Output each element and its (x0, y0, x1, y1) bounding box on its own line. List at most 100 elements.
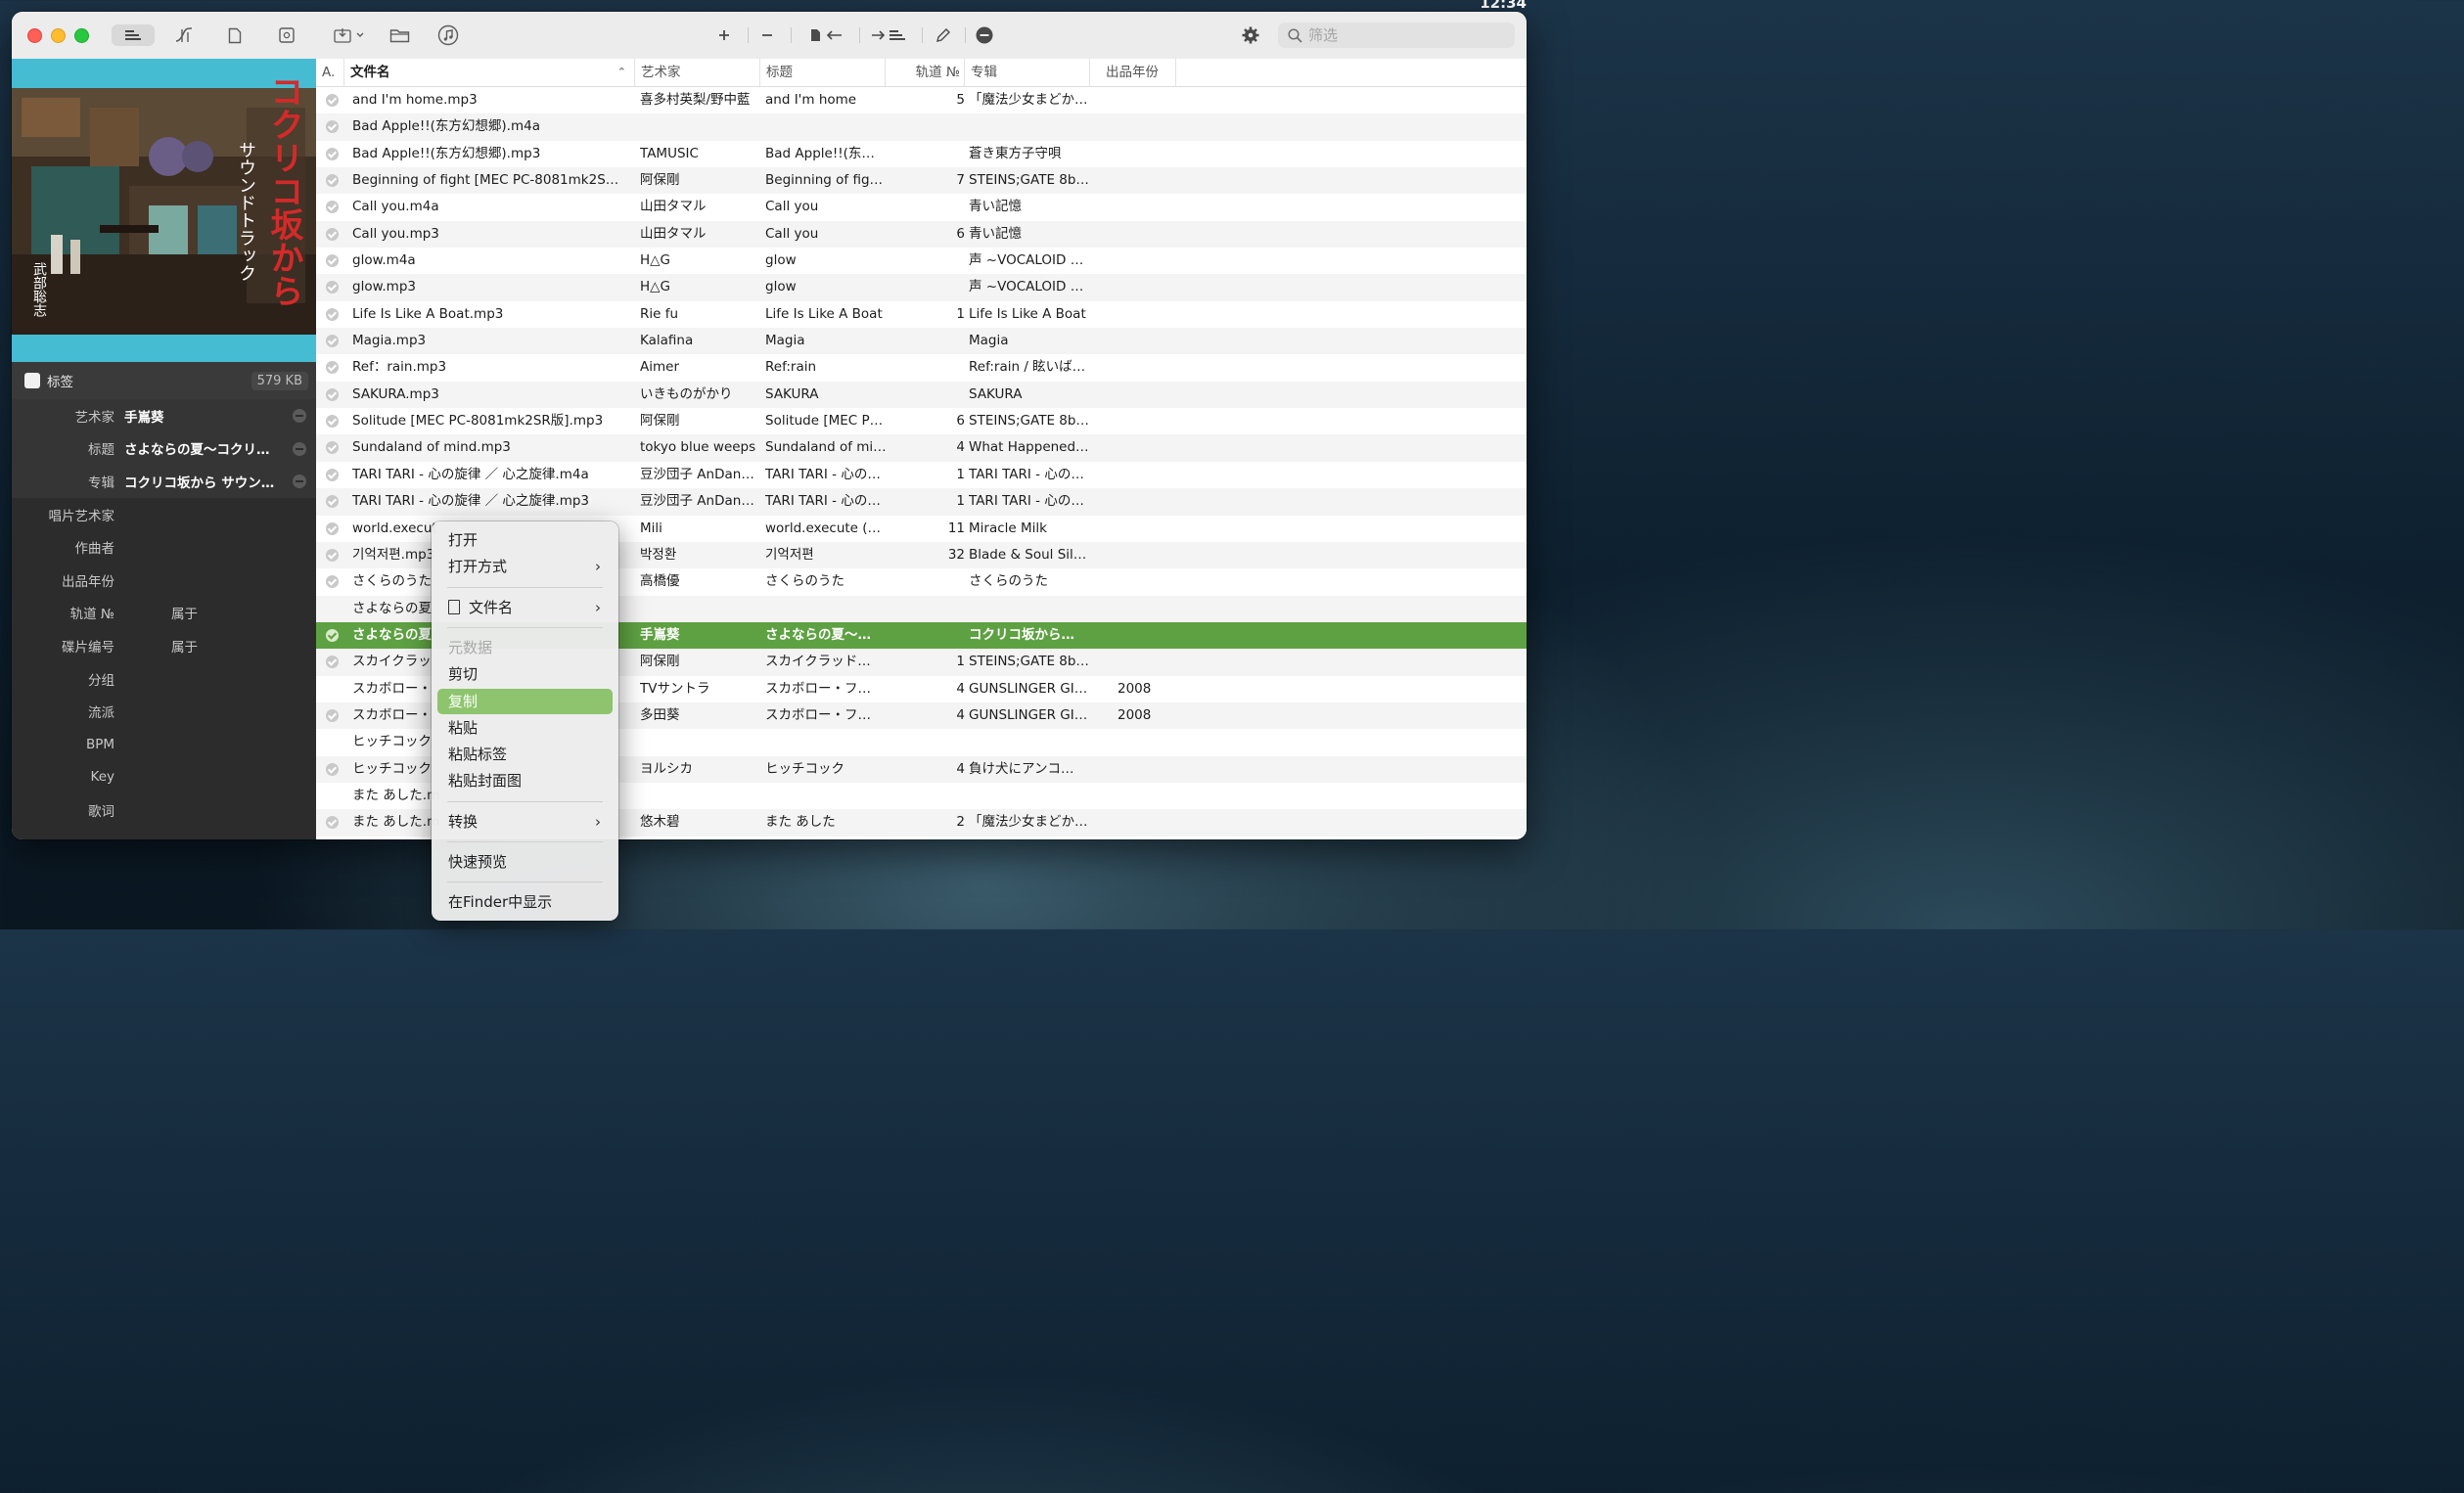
toolbar-separator (791, 27, 792, 43)
tag-section-label: 标签 (47, 375, 73, 390)
menu-item[interactable]: 剪切 (437, 661, 613, 687)
table-row[interactable]: SAKURA.mp3 いきものがかり SAKURA SAKURA (316, 381, 1527, 409)
cell-track: 5 (956, 92, 965, 108)
menu-item[interactable]: 粘贴标签 (437, 742, 613, 767)
menu-item[interactable]: 粘贴 (437, 715, 613, 741)
menu-item[interactable]: 打开 (437, 527, 613, 553)
column-header-year[interactable]: 出品年份 (1090, 59, 1176, 86)
zoom-window-button[interactable] (74, 28, 89, 43)
remove-field-icon[interactable] (293, 441, 306, 456)
table-row[interactable]: and I'm home.mp3 喜多村英梨/野中藍 and I'm home 5 「魔… (316, 87, 1527, 113)
checkmark-icon (326, 387, 339, 401)
cell-track (889, 113, 965, 140)
table-row[interactable]: Sundaland of mind.mp3 tokyo blue weeps Sun… (316, 434, 1527, 462)
tag-to-filename-icon[interactable] (869, 24, 908, 46)
tag-field-row[interactable]: 歌词 (12, 793, 316, 827)
tag-field-row[interactable]: 艺术家 手嶌葵 (12, 399, 316, 432)
filter-input[interactable] (1306, 25, 1506, 45)
table-row[interactable]: Ref：rain.mp3 Aimer Ref:rain Ref:rain / 眩いば… (316, 354, 1527, 381)
cell-title: さよならの夏〜… (765, 626, 871, 643)
artwork-icon[interactable] (277, 24, 297, 46)
cell-album: Ref:rain / 眩いば… (969, 359, 1086, 376)
table-row[interactable]: Solitude [MEC PC-8081mk2SR版].mp3 阿保剛 Solit… (316, 408, 1527, 434)
cell-title: さくらのうた (765, 573, 844, 590)
table-row[interactable]: Call you.m4a 山田タマル Call you 青い記憶 (316, 194, 1527, 220)
tag-field-row[interactable]: 碟片编号 属于 (12, 629, 316, 662)
stop-icon[interactable] (974, 24, 995, 46)
cell-title: スカボロー・フ… (765, 680, 871, 697)
submenu-item[interactable]: 文件名 › (437, 595, 613, 620)
row-status (326, 248, 342, 274)
tag-field-row[interactable]: 分组 (12, 662, 316, 696)
checkmark-icon (326, 495, 339, 509)
cell-album: What Happened… (969, 439, 1089, 456)
table-row[interactable]: Magia.mp3 Kalafina Magia Magia (316, 328, 1527, 355)
tag-field-value[interactable]: コクリコ坂から サウン… (124, 472, 281, 491)
filter-search-field[interactable] (1278, 23, 1515, 48)
tag-section-checkbox[interactable] (24, 373, 40, 388)
table-row[interactable]: glow.mp3 H△G glow 声 ~VOCALOID C… (316, 274, 1527, 301)
table-row[interactable]: Bad Apple!!(东方幻想郷).mp3 TAMUSIC Bad Apple!!… (316, 141, 1527, 167)
music-icon[interactable] (436, 24, 460, 46)
table-row[interactable]: Beginning of fight [MEC PC-8081mk2SR… 阿保剛… (316, 167, 1527, 195)
checkmark-icon (326, 441, 339, 455)
table-row[interactable]: Call you.mp3 山田タマル Call you 6 青い記憶 (316, 220, 1527, 249)
tag-sources-icon[interactable] (172, 24, 196, 46)
folder-icon[interactable] (388, 24, 411, 46)
remove-icon[interactable] (757, 24, 777, 46)
tag-field-row[interactable]: 轨道 № 属于 (12, 597, 316, 630)
column-header-track[interactable]: 轨道 № (886, 59, 965, 86)
edit-pencil-icon[interactable] (934, 24, 953, 46)
column-header-title[interactable]: 标题 (760, 59, 886, 86)
column-header-a[interactable]: A. (316, 59, 344, 86)
menu-item[interactable]: 粘贴封面图 (437, 768, 613, 793)
menu-item-label: 粘贴封面图 (448, 772, 523, 791)
table-row[interactable]: Life Is Like A Boat.mp3 Rie fu Life Is Lik… (316, 301, 1527, 328)
menu-item[interactable]: 在Finder中显示 (437, 889, 613, 915)
file-icon[interactable] (225, 24, 245, 46)
close-window-button[interactable] (27, 28, 42, 43)
add-icon[interactable] (714, 24, 734, 46)
checkmark-icon (326, 361, 339, 375)
tag-field-row[interactable]: 出品年份 (12, 564, 316, 597)
tag-field-row[interactable]: 作曲者 (12, 530, 316, 564)
cell-track: 2 (956, 814, 965, 831)
cell-title (765, 729, 887, 755)
export-menu-icon[interactable] (330, 24, 369, 46)
table-row[interactable]: Bad Apple!!(东方幻想郷).m4a (316, 113, 1527, 141)
album-artwork[interactable]: コクリコ坂から サウンドトラック 武部聡志 (12, 59, 316, 362)
filename-to-tag-icon[interactable] (806, 24, 845, 46)
tag-field-row[interactable]: 唱片艺术家 (12, 498, 316, 531)
tag-field-row[interactable]: 流派 (12, 695, 316, 728)
cell-title: TARI TARI - 心の… (765, 466, 881, 482)
minimize-window-button[interactable] (51, 28, 66, 43)
table-row[interactable]: glow.m4a H△G glow 声 ~VOCALOID C… (316, 248, 1527, 274)
remove-field-icon[interactable] (293, 409, 306, 423)
tag-field-row[interactable]: 标题 さよならの夏〜コクリ… (12, 431, 316, 466)
column-header-filename[interactable]: 文件名 ⌃ (344, 59, 635, 86)
column-header-artist[interactable]: 艺术家 (635, 59, 760, 86)
settings-gear-icon[interactable] (1239, 24, 1262, 46)
tag-field-value[interactable]: 手嶌葵 (124, 406, 281, 426)
cell-artist: 阿保剛 (640, 413, 680, 430)
tag-field-row[interactable]: 专辑 コクリコ坂から サウン… (12, 465, 316, 498)
cell-album: 青い記憶 (969, 225, 1022, 242)
menu-item[interactable]: 复制 (437, 688, 613, 714)
table-row[interactable]: TARI TARI - 心の旋律 ／ 心之旋律.mp3 豆沙団子 AnDang… T… (316, 488, 1527, 516)
remove-field-icon[interactable] (293, 475, 306, 489)
table-row[interactable]: TARI TARI - 心の旋律 ／ 心之旋律.m4a 豆沙団子 AnDang… T… (316, 462, 1527, 488)
submenu-item[interactable]: 转换 › (437, 809, 613, 835)
checkmark-icon (326, 307, 339, 321)
cell-track: 7 (956, 172, 965, 189)
column-header-album[interactable]: 专辑 (965, 59, 1090, 86)
tag-field-row[interactable]: Key (12, 761, 316, 794)
cell-year (1118, 328, 1176, 354)
submenu-item[interactable]: 打开方式 › (437, 554, 613, 579)
menu-item[interactable]: 快速预览 (437, 849, 613, 875)
checkmark-icon (326, 816, 339, 830)
tag-field-row[interactable]: BPM (12, 728, 316, 761)
cell-file: TARI TARI - 心の旋律 ／ 心之旋律.mp3 (352, 493, 590, 510)
tag-field-value[interactable]: さよならの夏〜コクリ… (124, 438, 281, 458)
tag-editor-icon[interactable] (112, 24, 155, 46)
cell-year (1118, 649, 1176, 675)
